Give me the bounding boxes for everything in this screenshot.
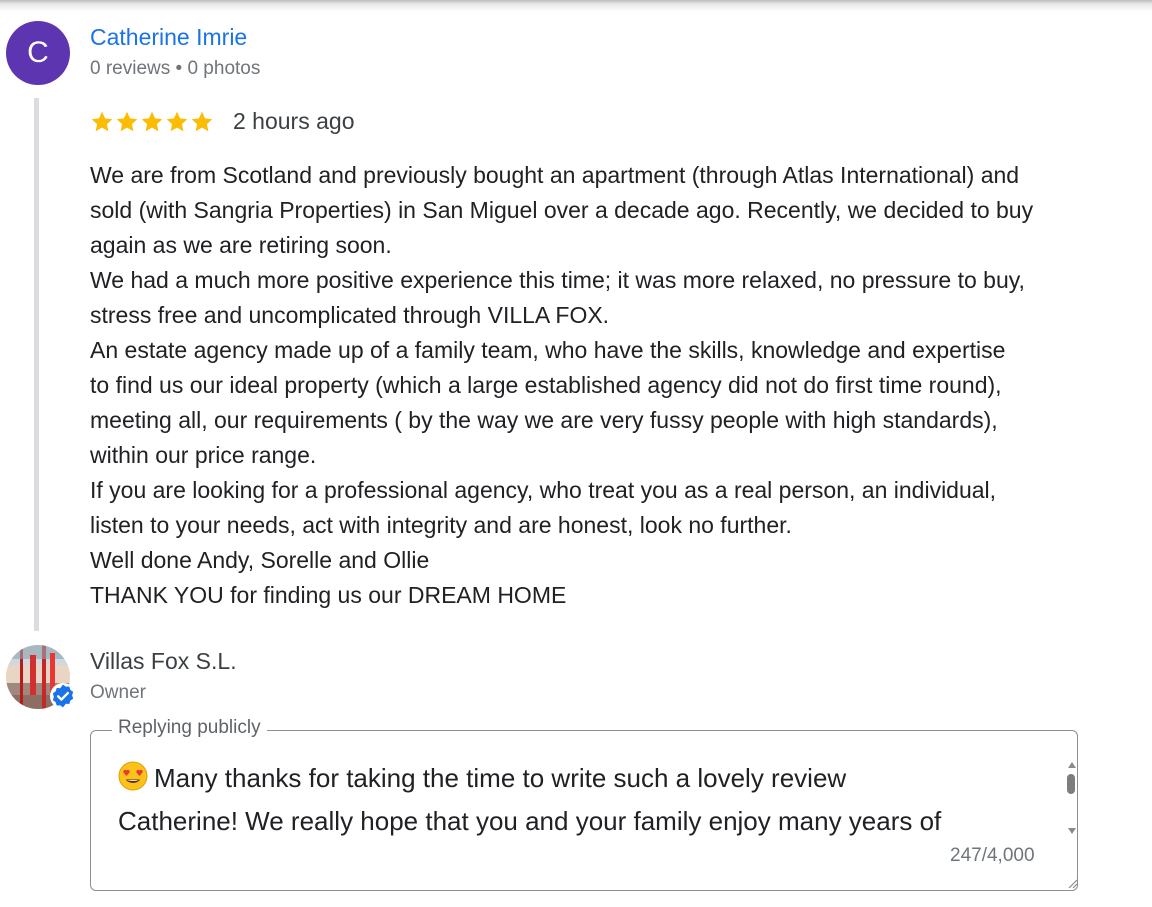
review-text-line: THANK YOU for finding us our DREAM HOME	[90, 582, 567, 608]
reply-legend: Replying publicly	[112, 717, 267, 739]
star-icon	[90, 107, 114, 137]
review-text-line: to find us our ideal property (which a l…	[90, 372, 1002, 398]
review-text-line: within our price range.	[90, 442, 317, 468]
star-icon	[140, 107, 164, 137]
reviewer-meta: 0 reviews • 0 photos	[90, 58, 261, 79]
heart-eyes-emoji-icon	[118, 761, 148, 791]
review-text: We are from Scotland and previously boug…	[90, 158, 1130, 613]
reviewer-name-link[interactable]: Catherine Imrie	[90, 24, 247, 51]
star-rating	[90, 107, 214, 137]
star-icon	[165, 107, 189, 137]
review-text-line: If you are looking for a professional ag…	[90, 477, 997, 503]
review-text-line: We had a much more positive experience t…	[90, 267, 1025, 293]
review-timestamp: 2 hours ago	[233, 108, 355, 134]
character-counter: 247/4,000	[950, 845, 1035, 866]
verified-badge-icon	[50, 683, 76, 709]
star-icon	[115, 107, 139, 137]
review-text-line: Well done Andy, Sorelle and Ollie	[90, 547, 430, 573]
resize-handle-icon[interactable]	[1066, 877, 1078, 889]
owner-name: Villas Fox S.L.	[90, 648, 237, 674]
review-text-line: We are from Scotland and previously boug…	[90, 162, 1020, 188]
scroll-down-arrow-icon[interactable]	[1066, 826, 1078, 836]
review-text-line: listen to your needs, act with integrity…	[90, 512, 792, 538]
reply-line-2: Catherine! We really hope that you and y…	[118, 806, 942, 836]
reply-text-content[interactable]: Many thanks for taking the time to write…	[118, 757, 1048, 843]
review-text-line: An estate agency made up of a family tea…	[90, 337, 1006, 363]
review-text-line: sold (with Sangria Properties) in San Mi…	[90, 197, 1034, 223]
reviewer-avatar[interactable]: C	[6, 21, 70, 85]
scrollbar-thumb[interactable]	[1067, 774, 1075, 794]
review-text-line: meeting all, our requirements ( by the w…	[90, 407, 998, 433]
scroll-up-arrow-icon[interactable]	[1066, 760, 1078, 770]
owner-role: Owner	[90, 682, 146, 703]
thread-line	[34, 98, 39, 631]
review-text-line: stress free and uncomplicated through VI…	[90, 302, 610, 328]
star-icon	[190, 107, 214, 137]
top-shadow	[0, 0, 1152, 12]
reply-line-1: Many thanks for taking the time to write…	[154, 763, 847, 793]
review-text-line: again as we are retiring soon.	[90, 232, 392, 258]
